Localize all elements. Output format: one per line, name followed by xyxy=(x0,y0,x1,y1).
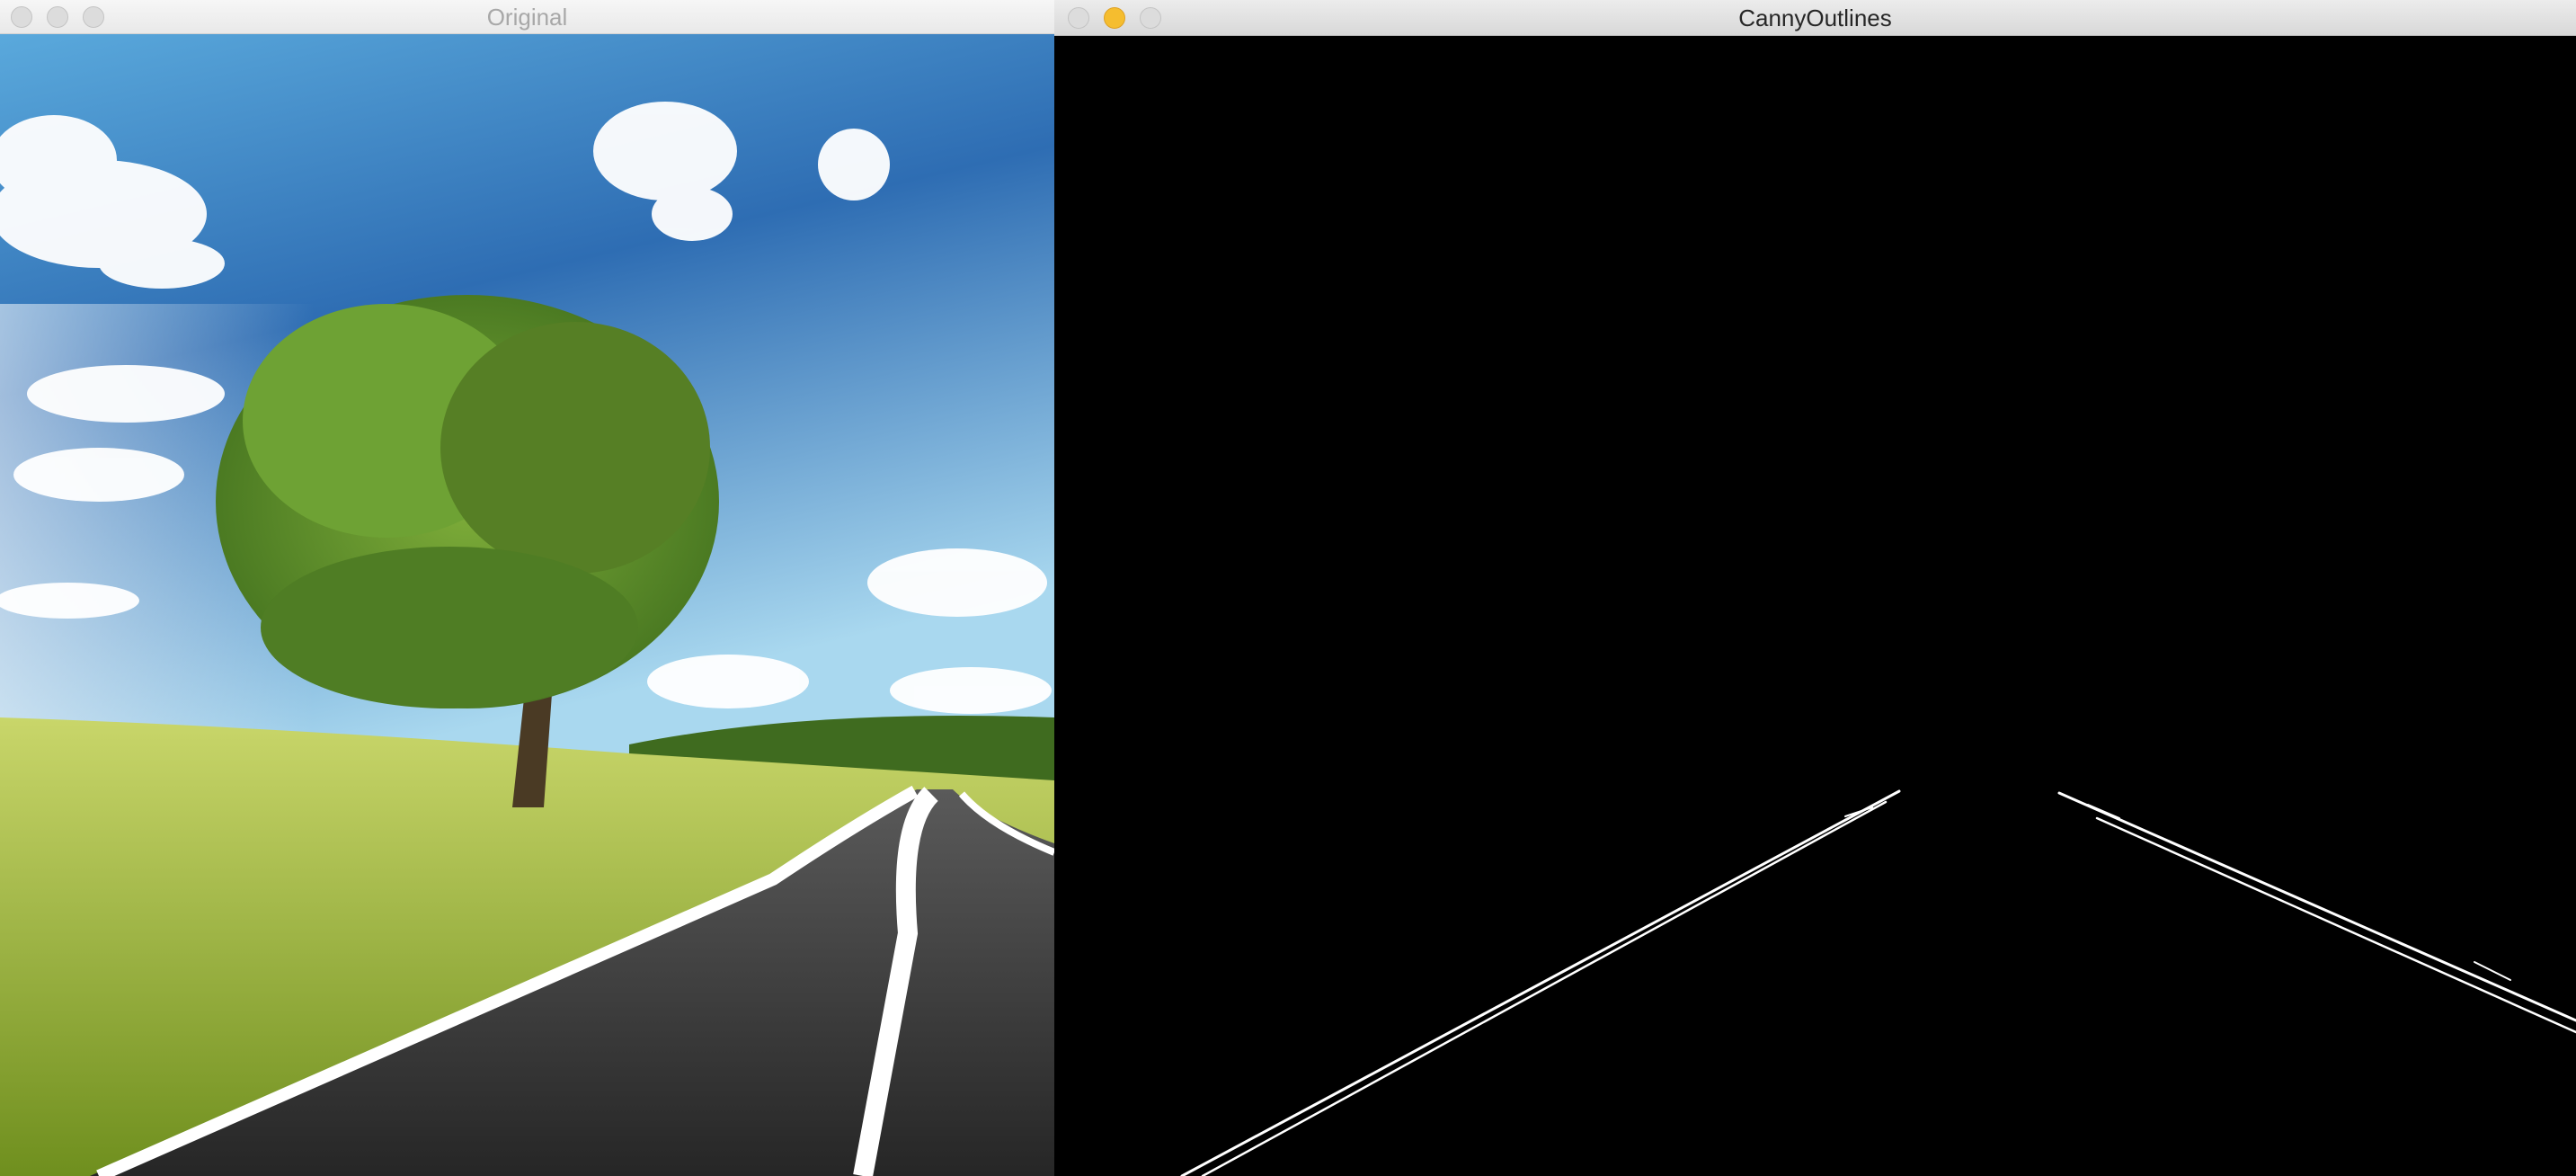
zoom-button[interactable] xyxy=(83,5,104,28)
window-controls xyxy=(11,0,119,33)
close-button[interactable] xyxy=(1068,6,1089,29)
window-controls xyxy=(1068,0,1176,35)
canny-window: CannyOutlines xyxy=(1054,0,2576,1176)
landscape-photo xyxy=(0,34,1054,1176)
canny-titlebar[interactable]: CannyOutlines xyxy=(1054,0,2576,36)
edge-map xyxy=(1054,36,2576,1176)
close-button[interactable] xyxy=(11,5,32,28)
original-titlebar[interactable]: Original xyxy=(0,0,1054,34)
original-image xyxy=(0,34,1054,1176)
original-window: Original xyxy=(0,0,1054,1176)
canny-edge-image xyxy=(1054,36,2576,1176)
minimize-button[interactable] xyxy=(47,5,68,28)
window-title: Original xyxy=(486,3,568,31)
window-title: CannyOutlines xyxy=(1738,4,1892,31)
zoom-button[interactable] xyxy=(1140,6,1161,29)
minimize-button[interactable] xyxy=(1104,6,1125,29)
